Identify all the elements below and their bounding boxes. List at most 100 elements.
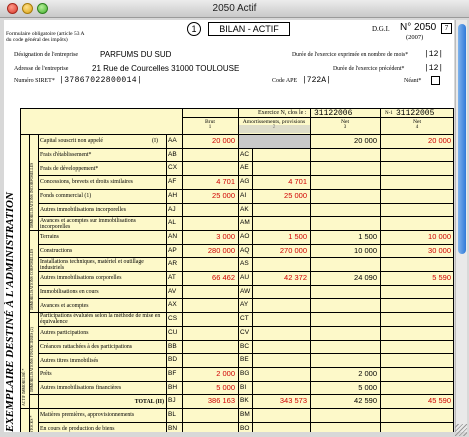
actif-immobilise-label-divider xyxy=(21,408,38,409)
brut-value[interactable]: 3 000 xyxy=(182,232,235,241)
brut-value[interactable]: 2 000 xyxy=(182,369,235,378)
row-code: BJ xyxy=(168,397,176,405)
row-label: Constructions xyxy=(40,247,73,254)
column-divider xyxy=(380,108,381,432)
column-number-net_prev: 4 xyxy=(415,125,419,130)
net-value[interactable]: 5 000 xyxy=(310,383,377,392)
row-label: Autres titres immobilisés xyxy=(40,357,99,364)
row-code-2: BE xyxy=(240,356,249,364)
form-code: N° 2050 xyxy=(400,22,437,33)
financieres-label: IMMOBILISATIONS FINANCIÈRES (2) xyxy=(30,327,34,393)
row-code-2: CT xyxy=(240,315,249,323)
vertical-scrollbar[interactable] xyxy=(455,20,467,432)
net-value[interactable]: 24 090 xyxy=(310,273,377,282)
amort-value[interactable]: 343 573 xyxy=(252,396,307,405)
row-label: Immobilisations en cours xyxy=(40,289,99,296)
amort-value[interactable]: 42 372 xyxy=(252,273,307,282)
row-label: Prêts xyxy=(40,371,52,378)
form-title: BILAN - ACTIF xyxy=(208,22,290,36)
row-code-2: CV xyxy=(240,328,250,336)
window-titlebar: 2050 Actif xyxy=(0,0,469,18)
neant-label: Néant* xyxy=(404,78,422,84)
row-label: Autres immobilisations incorporelles xyxy=(40,206,126,213)
row-label: En cours de production de biens xyxy=(40,426,115,432)
net-prev-value[interactable]: 45 590 xyxy=(380,396,451,405)
row-label: Avances et acomptes xyxy=(40,302,89,309)
row-code-2: AM xyxy=(240,219,250,227)
row-code-2: AG xyxy=(240,178,250,186)
amort-header-shade xyxy=(239,125,310,133)
exercise-label: Exercice N, clos le : xyxy=(258,110,307,116)
brut-value[interactable]: 25 000 xyxy=(182,191,235,200)
row-label: Matières premières, approvisionnements xyxy=(40,412,135,419)
column-number-net: 3 xyxy=(343,125,347,130)
net-prev-value[interactable]: 5 590 xyxy=(380,273,451,282)
row-code: AJ xyxy=(168,205,176,213)
amort-value[interactable]: 4 701 xyxy=(252,177,307,186)
brut-value[interactable]: 386 163 xyxy=(182,396,235,405)
row-code: AF xyxy=(168,178,177,186)
column-divider xyxy=(238,108,239,432)
window-title: 2050 Actif xyxy=(212,3,257,14)
amort-value[interactable]: 25 000 xyxy=(252,191,307,200)
siret-field[interactable]: |37867022800014| xyxy=(59,76,142,85)
brut-value[interactable]: 66 462 xyxy=(182,273,235,282)
prev-duration-field[interactable]: |12| xyxy=(424,64,443,73)
net-prev-value[interactable]: 10 000 xyxy=(380,232,451,241)
incorporelles-label: IMMOBILISATIONS INCORPORELLES xyxy=(30,162,34,228)
prev-exercise-label: N-1 xyxy=(385,111,393,116)
exemplaire-caption: EXEMPLAIRE DESTINÉ À L'ADMINISTRATION xyxy=(4,192,16,432)
row-code: CU xyxy=(168,328,178,336)
row-code-2: AE xyxy=(240,164,249,172)
brut-value[interactable]: 4 701 xyxy=(182,177,235,186)
net-value[interactable]: 2 000 xyxy=(310,369,377,378)
scrollbar-thumb[interactable] xyxy=(458,24,466,254)
prev-duration-label: Durée de l'exercice précédent* xyxy=(333,66,405,72)
brut-value[interactable]: 5 000 xyxy=(182,383,235,392)
duration-field[interactable]: |12| xyxy=(424,50,443,59)
net-value[interactable]: 10 000 xyxy=(310,246,377,255)
amort-value[interactable]: 1 500 xyxy=(252,232,307,241)
row-label: Fonds commercial (1) xyxy=(40,193,92,200)
net-prev-value[interactable]: 30 000 xyxy=(380,246,451,255)
row-suffix: (I) xyxy=(152,138,158,144)
ape-label: Code APE xyxy=(272,78,298,84)
net-value[interactable]: 20 000 xyxy=(310,136,377,145)
total-row-label: TOTAL (II) xyxy=(134,398,164,405)
row-label: Autres participations xyxy=(40,330,89,337)
row-code-2: AK xyxy=(240,205,249,213)
row-code-2: BK xyxy=(240,397,249,405)
row-label: Installations techniques, matériel et ou… xyxy=(40,258,144,271)
neant-checkbox[interactable] xyxy=(431,76,440,85)
row-code: AN xyxy=(168,232,178,240)
amort-value[interactable]: 270 000 xyxy=(252,246,307,255)
row-code: AL xyxy=(168,219,176,227)
row-code: AA xyxy=(168,137,177,144)
net-value[interactable]: 42 590 xyxy=(310,396,377,405)
row-code-2: AI xyxy=(240,191,247,199)
financieres-label-divider xyxy=(29,394,38,396)
row-label: Créances rattachées à des participations xyxy=(40,343,133,350)
row-code: AH xyxy=(168,191,178,199)
row-code: CX xyxy=(168,164,178,172)
incorporelles-label-divider xyxy=(29,229,38,231)
brut-value[interactable]: 20 000 xyxy=(182,136,235,145)
ape-field[interactable]: |722A| xyxy=(302,76,331,85)
row-code: AP xyxy=(168,246,177,254)
row-code: BH xyxy=(168,383,178,391)
row-label: Frais d'établissement* xyxy=(40,152,92,159)
form-year: (2007) xyxy=(406,34,424,41)
company-name-field[interactable]: PARFUMS DU SUD xyxy=(100,50,171,59)
company-label: Désignation de l'entreprise xyxy=(14,52,79,58)
row-label: Frais de développement* xyxy=(40,165,99,172)
row-code-2: BC xyxy=(240,342,250,350)
row-label: Concessions, brevets et droits similaire… xyxy=(40,179,133,186)
row-code-2: BI xyxy=(240,383,247,391)
brut-value[interactable]: 280 000 xyxy=(182,246,235,255)
resize-grip-icon[interactable] xyxy=(455,424,467,436)
form-document: 1 BILAN - ACTIF D.G.I. N° 2050 7 (2007) … xyxy=(4,20,454,432)
net-value[interactable]: 1 500 xyxy=(310,232,377,241)
net-prev-value[interactable]: 20 000 xyxy=(380,136,451,145)
row-code: CS xyxy=(168,315,178,323)
address-field[interactable]: 21 Rue de Courcelles 31000 TOULOUSE xyxy=(92,64,239,73)
